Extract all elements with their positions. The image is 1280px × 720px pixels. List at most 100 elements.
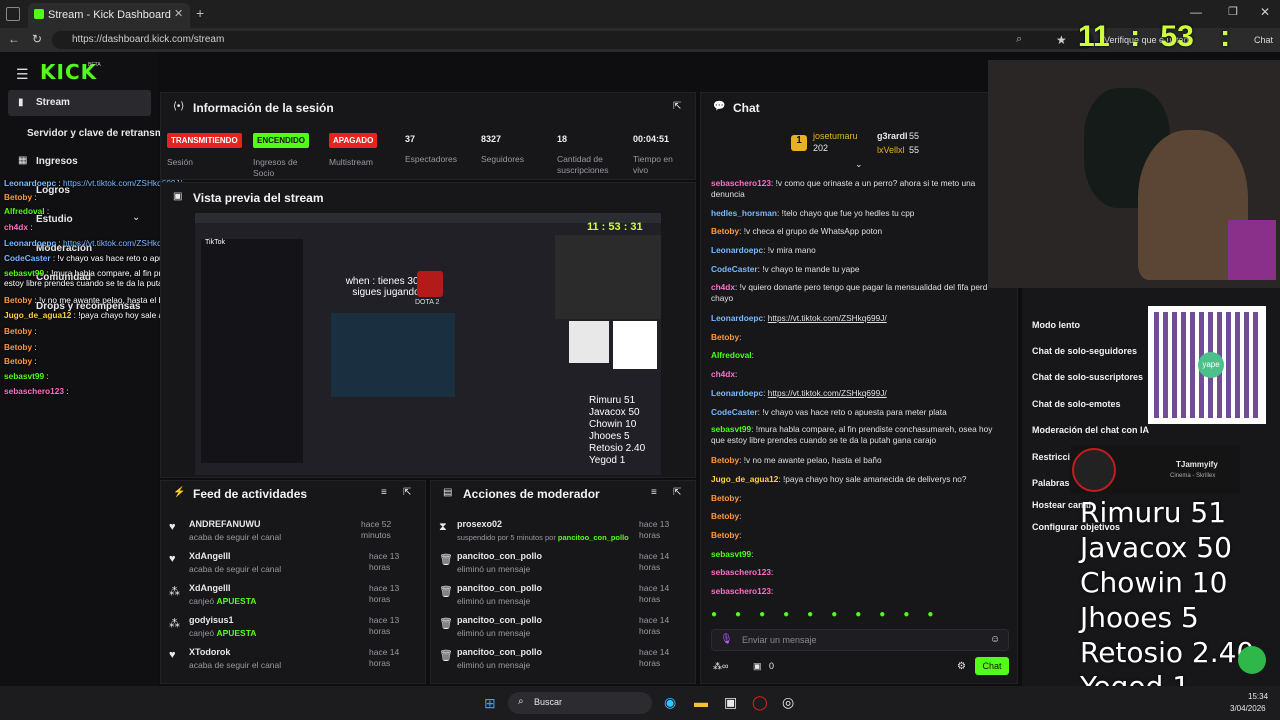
stat-caption: Ingresos de Socio bbox=[253, 157, 298, 178]
browser-tab[interactable]: Stream - Kick Dashboard ✕ bbox=[28, 3, 190, 28]
gifter-amount: 55 bbox=[909, 131, 920, 141]
popout-icon[interactable]: ⇱ bbox=[673, 101, 681, 112]
feed-time: hace 13 horas bbox=[369, 583, 400, 604]
menu-words[interactable]: Palabras bbox=[1032, 478, 1070, 488]
popout-icon[interactable]: ⇱ bbox=[403, 487, 411, 498]
clock-minutes: 53 bbox=[1160, 20, 1194, 53]
feed-user[interactable]: godyisus1 bbox=[189, 615, 234, 625]
mod-user[interactable]: pancitoo_con_pollo bbox=[457, 615, 542, 625]
ranking-line: Rimuru 51 bbox=[1080, 496, 1227, 529]
dota-label: DOTA 2 bbox=[415, 299, 440, 306]
chat-title: Chat bbox=[733, 101, 760, 115]
menu-ai-moderation[interactable]: Moderación del chat con IA bbox=[1032, 425, 1149, 435]
feed-action: canjeó APUESTA bbox=[189, 628, 257, 638]
sidebar-item-server[interactable]: Servidor y clave de retransmi bbox=[27, 128, 167, 139]
trash-icon: 🗑 bbox=[439, 650, 453, 662]
trash-icon: 🗑 bbox=[439, 618, 453, 630]
uptime-value: 00:04:51 bbox=[633, 134, 670, 144]
mod-row: 🗑 pancitoo_con_pollo eliminó un mensaje … bbox=[431, 645, 691, 677]
subs-value: 18 bbox=[557, 134, 568, 144]
gifter-user[interactable]: g3rardl bbox=[877, 131, 908, 141]
close-tab-icon[interactable]: ✕ bbox=[174, 7, 183, 20]
chevron-down-icon[interactable]: ⌄ bbox=[855, 159, 863, 170]
edge-icon[interactable]: ◉ bbox=[664, 694, 676, 711]
minimize-icon[interactable]: — bbox=[1190, 5, 1202, 19]
tab-actions-icon[interactable] bbox=[6, 7, 20, 21]
maximize-icon[interactable]: ❐ bbox=[1228, 5, 1238, 18]
chat-input[interactable]: 🎙 Enviar un mensaje ☺ bbox=[711, 629, 1009, 651]
chat-link[interactable]: https://vt.tiktok.com/ZSHkq699J/ bbox=[768, 313, 887, 323]
feed-time: hace 13 horas bbox=[369, 551, 400, 572]
gift-icon[interactable]: ▣ bbox=[753, 661, 762, 672]
taskbar-search[interactable]: ⌕ Buscar bbox=[508, 692, 652, 714]
emote-bar[interactable]: ●●●●●●●●●● bbox=[711, 609, 1011, 623]
chat-message: hedles_horsman: !telo chayo que fue yo h… bbox=[711, 208, 915, 218]
heart-icon: ♥ bbox=[169, 553, 176, 565]
mod-actions-panel: ▤ Acciones de moderador ≡ ⇱ ⧗ prosexo02 … bbox=[430, 480, 696, 684]
zoom-icon[interactable]: ⌕ bbox=[1016, 33, 1022, 46]
chair bbox=[1228, 220, 1276, 280]
feed-user[interactable]: XdAngelll bbox=[189, 551, 231, 561]
mod-user[interactable]: pancitoo_con_pollo bbox=[457, 647, 542, 657]
mod-user[interactable]: prosexo02 bbox=[457, 519, 502, 529]
sidebar-item-stream[interactable]: ▮ Stream bbox=[8, 90, 151, 116]
stat-caption: Cantidad de suscripciones bbox=[557, 154, 609, 175]
gifter-user[interactable]: josetumaru bbox=[813, 131, 858, 141]
feed-action: acaba de seguir el canal bbox=[189, 660, 282, 670]
menu-subs-only[interactable]: Chat de solo-suscriptores bbox=[1032, 372, 1143, 382]
overlay-chat-line: Betoby : !v no me awante pelao, hasta el… bbox=[4, 295, 177, 305]
stream-preview-video[interactable]: TikTok when : tienes 30 y sigues jugando… bbox=[195, 213, 661, 475]
obs-icon[interactable]: ◎ bbox=[782, 694, 794, 711]
popout-icon[interactable]: ⇱ bbox=[673, 487, 681, 498]
new-tab-icon[interactable]: + bbox=[196, 5, 204, 21]
chat-message: ch4dx: !v quiero donarte pero tengo que … bbox=[711, 282, 988, 303]
menu-followers-only[interactable]: Chat de solo-seguidores bbox=[1032, 346, 1137, 356]
mic-icon[interactable]: 🎙 bbox=[720, 634, 733, 645]
chat-message: Jugo_de_agua12: !paya chayo hoy sale ama… bbox=[711, 474, 967, 484]
settings-gear-icon[interactable]: ⚙ bbox=[957, 661, 966, 672]
feed-time: hace 13 horas bbox=[369, 615, 400, 636]
filter-icon[interactable]: ≡ bbox=[651, 487, 657, 498]
reload-icon[interactable]: ↻ bbox=[32, 32, 42, 46]
points-icon[interactable]: ⁂∞ bbox=[713, 661, 728, 672]
status-badge: APAGADO bbox=[329, 133, 378, 148]
overlay-chat-line: Betoby : bbox=[4, 326, 37, 336]
menu-icon[interactable]: ☰ bbox=[16, 66, 29, 83]
stat-caption: Tiempo en vivo bbox=[633, 154, 673, 175]
chat-link[interactable]: https://vt.tiktok.com/ZSHkq699J/ bbox=[768, 388, 887, 398]
tiktok-label: TikTok bbox=[205, 239, 225, 246]
mod-user[interactable]: pancitoo_con_pollo bbox=[457, 551, 542, 561]
overlay-chat-line: ch4dx : bbox=[4, 222, 33, 232]
opera-icon[interactable]: ◯ bbox=[752, 694, 768, 711]
back-icon[interactable]: ← bbox=[8, 32, 20, 46]
webcam-overlay bbox=[988, 60, 1280, 288]
url-input[interactable]: https://dashboard.kick.com/stream bbox=[52, 31, 1094, 49]
file-explorer-icon[interactable]: ▬ bbox=[694, 694, 708, 710]
windows-start-icon[interactable]: ⊞ bbox=[484, 695, 496, 712]
bolt-icon: ⚡ bbox=[173, 487, 186, 498]
sidebar-item-income[interactable]: Ingresos bbox=[36, 156, 78, 167]
feed-user[interactable]: XTodorok bbox=[189, 647, 230, 657]
chat-message: Betoby: bbox=[711, 332, 742, 342]
clock-hours: 11 bbox=[1078, 20, 1110, 53]
menu-emotes-only[interactable]: Chat de solo-emotes bbox=[1032, 399, 1121, 409]
feed-user[interactable]: ANDREFANUWU bbox=[189, 519, 261, 529]
send-chat-button[interactable]: Chat bbox=[975, 657, 1009, 675]
feed-time: hace 14 horas bbox=[369, 647, 400, 668]
preview-ranking-line: Retosio 2.40 bbox=[589, 443, 646, 454]
mod-user[interactable]: pancitoo_con_pollo bbox=[457, 583, 542, 593]
gifter-user[interactable]: lxVellxl bbox=[877, 145, 905, 155]
chat-panel: 💬 Chat 1 josetumaru 202 g3rardl 55 lxVel… bbox=[700, 92, 1018, 684]
filter-icon[interactable]: ≡ bbox=[381, 487, 387, 498]
mod-action: eliminó un mensaje bbox=[457, 628, 531, 638]
preview-qr bbox=[613, 321, 657, 369]
close-window-icon[interactable]: ✕ bbox=[1260, 5, 1270, 19]
chat-message: ch4dx: bbox=[711, 369, 738, 379]
stat-caption: Multistream bbox=[329, 157, 373, 167]
mod-row: 🗑 pancitoo_con_pollo eliminó un mensaje … bbox=[431, 581, 691, 613]
favorite-star-icon[interactable]: ★ bbox=[1056, 33, 1067, 47]
app-icon[interactable]: ▣ bbox=[724, 694, 737, 711]
menu-slow-mode[interactable]: Modo lento bbox=[1032, 320, 1080, 330]
feed-user[interactable]: XdAngelll bbox=[189, 583, 231, 593]
emoji-icon[interactable]: ☺ bbox=[990, 634, 1000, 645]
